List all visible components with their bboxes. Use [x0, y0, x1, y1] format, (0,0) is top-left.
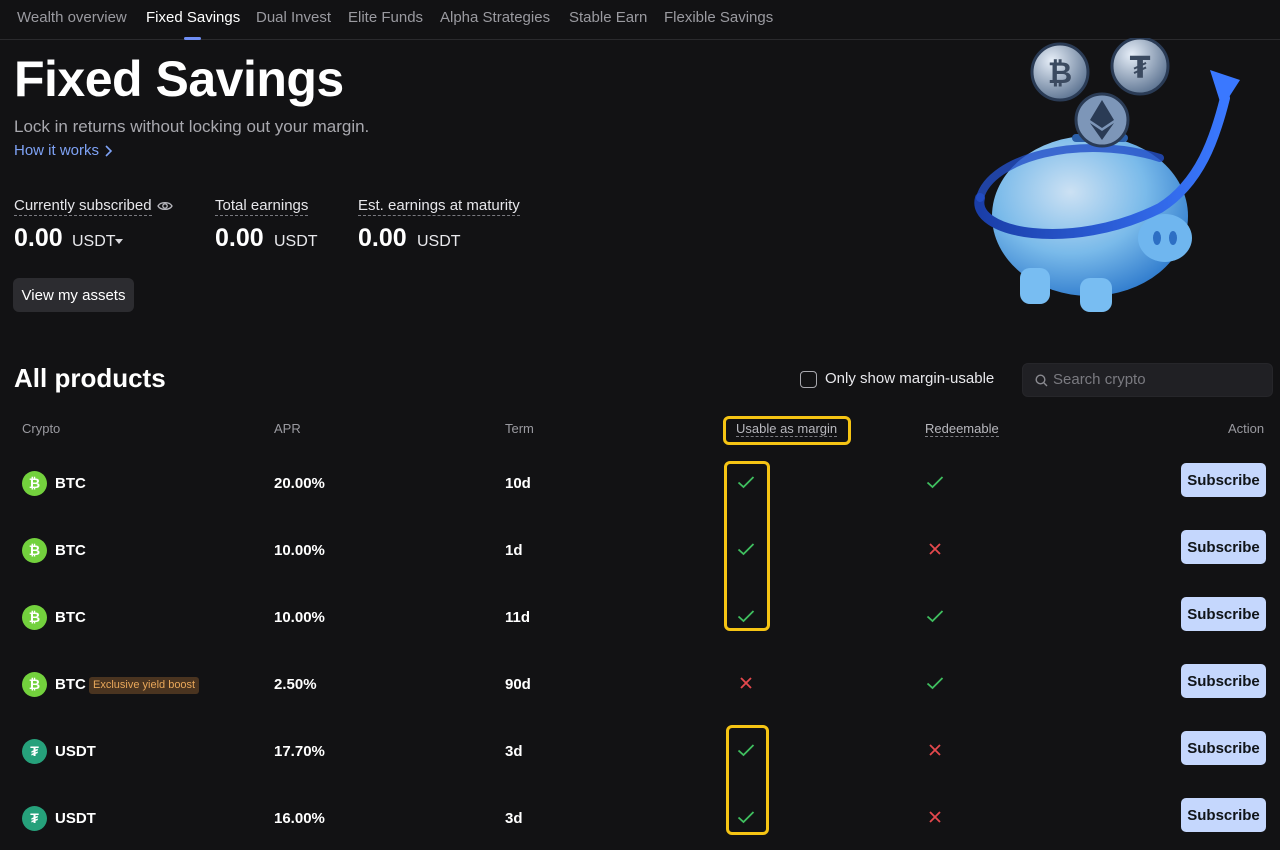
page-title: Fixed Savings: [14, 51, 344, 107]
table-row: ₿ BTC 10.00% 11d Subscribe: [0, 597, 1280, 664]
currently-subscribed-value: 0.00: [14, 224, 63, 252]
coin-name: BTC: [55, 542, 86, 559]
svg-text:₮: ₮: [1130, 51, 1151, 86]
tab-stable-earn[interactable]: Stable Earn: [569, 9, 647, 26]
term-value: 11d: [505, 609, 531, 626]
coin-name: USDT: [55, 810, 96, 827]
apr-value: 16.00%: [274, 810, 325, 827]
cross-icon: [739, 676, 753, 695]
column-header-redeemable: Redeemable: [925, 421, 999, 437]
margin-usable-checkbox[interactable]: [800, 371, 817, 388]
currently-subscribed-unit[interactable]: USDT: [72, 233, 116, 251]
margin-column-highlight: [724, 461, 770, 631]
margin-column-highlight: [726, 725, 769, 835]
column-header-crypto: Crypto: [22, 421, 61, 436]
column-header-term[interactable]: Term: [505, 421, 534, 436]
apr-value: 10.00%: [274, 609, 325, 626]
cross-icon: [928, 542, 942, 561]
top-nav: Wealth overview Fixed Savings Dual Inves…: [0, 0, 1280, 40]
column-header-apr[interactable]: APR: [274, 421, 301, 436]
total-earnings-unit: USDT: [274, 233, 318, 250]
table-row: ₮ USDT 16.00% 3d Subscribe: [0, 798, 1280, 850]
total-earnings-label: Total earnings: [215, 197, 309, 216]
piggy-bank-illustration: ₿ ₮: [974, 38, 1240, 312]
currently-subscribed-label: Currently subscribed: [14, 197, 152, 216]
term-value: 3d: [505, 743, 523, 760]
subscribe-button[interactable]: Subscribe: [1181, 530, 1266, 564]
cross-icon: [928, 743, 942, 762]
apr-value: 10.00%: [274, 542, 325, 559]
term-value: 1d: [505, 542, 523, 559]
tab-elite-funds[interactable]: Elite Funds: [348, 9, 423, 26]
btc-icon: ₿: [22, 538, 47, 563]
total-earnings-value: 0.00: [215, 224, 264, 252]
caret-down-icon[interactable]: [115, 239, 123, 245]
how-it-works-label: How it works: [14, 142, 100, 159]
coin-name: USDT: [55, 743, 96, 760]
subscribe-button[interactable]: Subscribe: [1181, 664, 1266, 698]
term-value: 10d: [505, 475, 531, 492]
coin-name: BTC: [55, 676, 86, 693]
term-value: 90d: [505, 676, 531, 693]
eye-icon[interactable]: [157, 200, 173, 212]
usdt-icon: ₮: [22, 739, 47, 764]
search-placeholder: Search crypto: [1053, 371, 1146, 388]
chevron-right-icon: [105, 145, 113, 157]
subscribe-button[interactable]: Subscribe: [1181, 597, 1266, 631]
usdt-icon: ₮: [22, 806, 47, 831]
coin-name: BTC: [55, 609, 86, 626]
tab-dual-invest[interactable]: Dual Invest: [256, 9, 331, 26]
apr-value: 17.70%: [274, 743, 325, 760]
view-my-assets-button[interactable]: View my assets: [13, 278, 134, 312]
exclusive-yield-boost-badge: Exclusive yield boost: [89, 677, 200, 694]
check-icon: [926, 676, 944, 695]
est-earnings-unit: USDT: [417, 233, 461, 250]
svg-text:₿: ₿: [1048, 56, 1072, 91]
btc-icon: ₿: [22, 605, 47, 630]
apr-value: 2.50%: [274, 676, 317, 693]
subscribe-button[interactable]: Subscribe: [1181, 731, 1266, 765]
margin-header-highlight: [723, 416, 851, 445]
margin-usable-label[interactable]: Only show margin-usable: [825, 370, 994, 387]
table-row: ₿ BTC Exclusive yield boost 2.50% 90d Su…: [0, 664, 1280, 731]
search-input[interactable]: Search crypto: [1022, 363, 1273, 397]
check-icon: [926, 475, 944, 494]
coin-name: BTC: [55, 475, 86, 492]
table-row: ₮ USDT 17.70% 3d Subscribe: [0, 731, 1280, 798]
search-icon: [1035, 374, 1048, 387]
apr-value: 20.00%: [274, 475, 325, 492]
how-it-works-link[interactable]: How it works: [14, 142, 113, 159]
est-earnings-value: 0.00: [358, 224, 407, 252]
page-subtitle: Lock in returns without locking out your…: [14, 117, 370, 136]
subscribe-button[interactable]: Subscribe: [1181, 798, 1266, 832]
active-tab-indicator: [184, 37, 201, 40]
tab-alpha-strategies[interactable]: Alpha Strategies: [440, 9, 550, 26]
column-header-action: Action: [1228, 421, 1265, 436]
btc-icon: ₿: [22, 471, 47, 496]
subscribe-button[interactable]: Subscribe: [1181, 463, 1266, 497]
tab-wealth-overview[interactable]: Wealth overview: [17, 9, 127, 26]
table-row: ₿ BTC 20.00% 10d Subscribe: [0, 463, 1280, 530]
est-earnings-label: Est. earnings at maturity: [358, 197, 520, 216]
check-icon: [926, 609, 944, 628]
table-row: ₿ BTC 10.00% 1d Subscribe: [0, 530, 1280, 597]
tab-fixed-savings[interactable]: Fixed Savings: [146, 9, 240, 26]
btc-icon: ₿: [22, 672, 47, 697]
cross-icon: [928, 810, 942, 829]
tab-flexible-savings[interactable]: Flexible Savings: [664, 9, 773, 26]
all-products-title: All products: [14, 363, 166, 393]
term-value: 3d: [505, 810, 523, 827]
